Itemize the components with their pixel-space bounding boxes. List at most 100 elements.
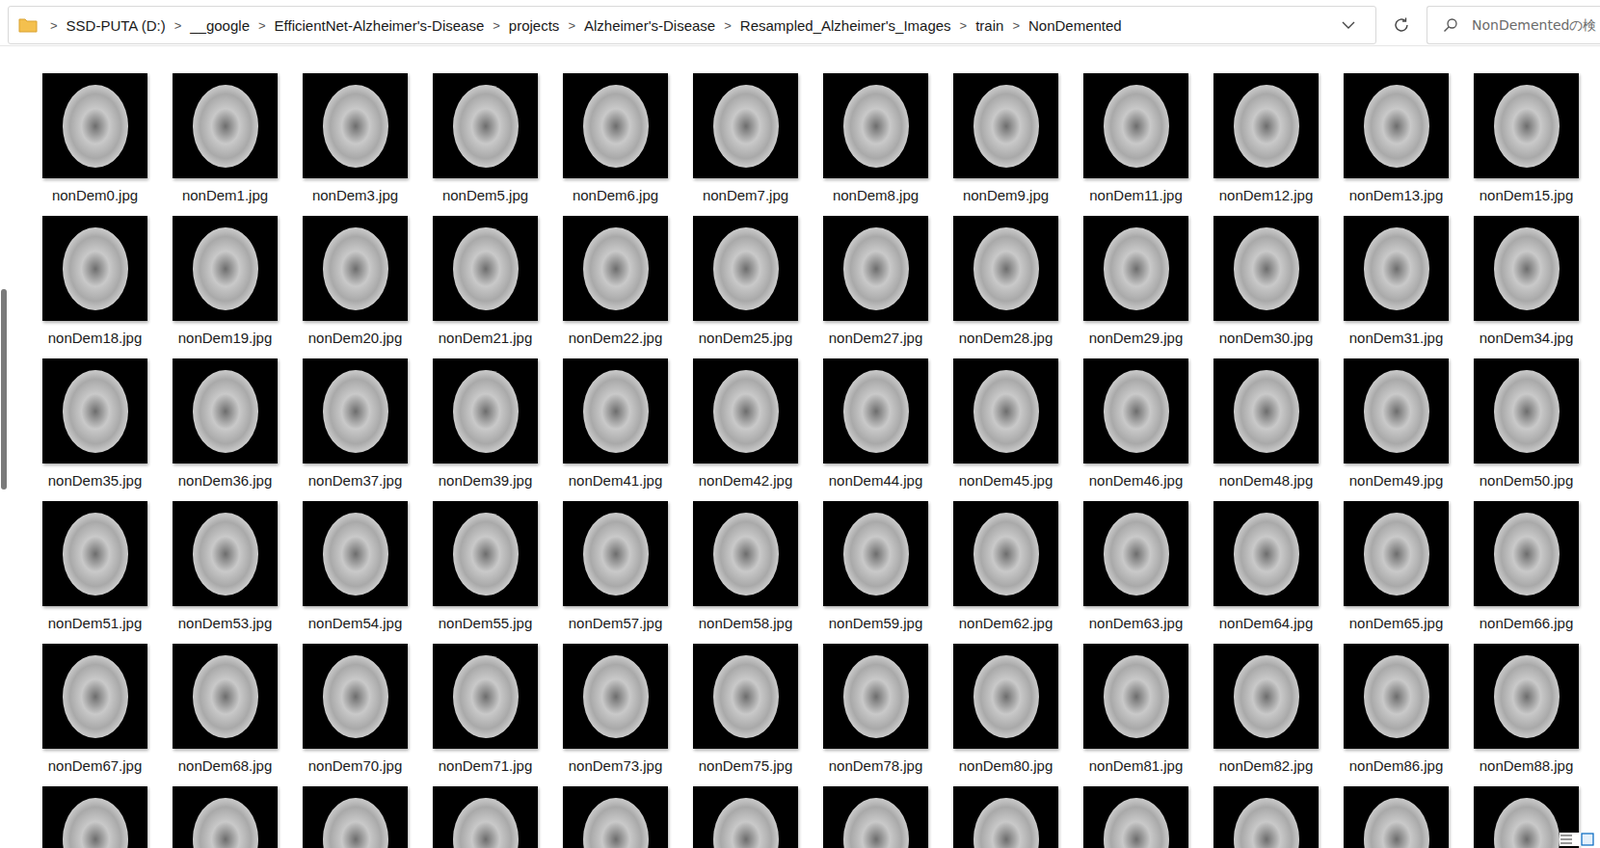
file-item[interactable]: nonDem58.jpg [693, 501, 799, 644]
file-item[interactable]: nonDem45.jpg [953, 358, 1059, 502]
breadcrumb-separator[interactable]: > [951, 18, 977, 33]
file-item[interactable] [302, 786, 408, 848]
file-item[interactable]: nonDem12.jpg [1213, 73, 1319, 216]
mri-scan-picture [192, 370, 259, 454]
file-item[interactable]: nonDem3.jpg [302, 73, 408, 216]
file-item[interactable]: nonDem35.jpg [42, 358, 148, 502]
file-item[interactable]: nonDem49.jpg [1343, 358, 1449, 502]
file-item[interactable]: nonDem59.jpg [823, 501, 929, 644]
file-item[interactable]: nonDem34.jpg [1473, 215, 1579, 359]
breadcrumb-separator[interactable]: > [559, 18, 585, 33]
mri-scan-picture [973, 512, 1040, 596]
file-item[interactable]: nonDem67.jpg [42, 643, 148, 787]
file-item[interactable] [823, 786, 929, 848]
file-item[interactable] [693, 786, 799, 848]
file-item[interactable]: nonDem50.jpg [1473, 358, 1579, 502]
file-item[interactable]: nonDem41.jpg [562, 358, 668, 502]
breadcrumb-item[interactable]: __google [189, 17, 250, 34]
breadcrumb-item[interactable]: SSD-PUTA (D:) [66, 17, 166, 34]
file-item[interactable]: nonDem78.jpg [823, 643, 929, 787]
breadcrumb-separator[interactable]: > [483, 18, 509, 33]
file-item[interactable]: nonDem7.jpg [693, 73, 799, 216]
file-item[interactable] [562, 786, 668, 848]
file-item[interactable]: nonDem65.jpg [1343, 501, 1449, 644]
file-item[interactable]: nonDem64.jpg [1213, 501, 1319, 644]
file-item[interactable]: nonDem6.jpg [562, 73, 668, 216]
file-item[interactable]: nonDem8.jpg [823, 73, 929, 216]
file-item[interactable]: nonDem57.jpg [562, 501, 668, 644]
image-thumbnail [1473, 215, 1579, 321]
file-item[interactable]: nonDem18.jpg [42, 215, 148, 359]
file-item[interactable]: nonDem51.jpg [42, 501, 148, 644]
mri-scan-picture [1493, 370, 1560, 454]
file-item[interactable]: nonDem1.jpg [172, 73, 278, 216]
file-item[interactable]: nonDem31.jpg [1343, 215, 1449, 359]
file-item[interactable]: nonDem81.jpg [1083, 643, 1189, 787]
file-item[interactable]: nonDem71.jpg [432, 643, 538, 787]
file-item[interactable]: nonDem25.jpg [693, 215, 799, 359]
file-item[interactable]: nonDem70.jpg [302, 643, 408, 787]
file-item[interactable]: nonDem88.jpg [1473, 643, 1579, 787]
breadcrumb-separator[interactable]: > [715, 18, 741, 33]
breadcrumb-item[interactable]: NonDemented [1028, 17, 1122, 34]
file-item[interactable]: nonDem37.jpg [302, 358, 408, 502]
search-box[interactable] [1426, 5, 1600, 45]
file-item[interactable] [1083, 786, 1189, 848]
file-item[interactable]: nonDem42.jpg [693, 358, 799, 502]
breadcrumb-separator[interactable]: > [249, 18, 275, 33]
thumbnail-view-icon[interactable] [1580, 832, 1595, 847]
file-item[interactable]: nonDem48.jpg [1213, 358, 1319, 502]
file-item[interactable]: nonDem15.jpg [1473, 73, 1579, 216]
breadcrumb-item[interactable]: Alzheimer's-Disease [584, 17, 716, 34]
refresh-button[interactable] [1384, 7, 1419, 43]
file-item[interactable]: nonDem62.jpg [953, 501, 1059, 644]
file-item[interactable]: nonDem82.jpg [1213, 643, 1319, 787]
file-item[interactable] [42, 786, 148, 848]
file-item[interactable]: nonDem54.jpg [302, 501, 408, 644]
file-item[interactable]: nonDem68.jpg [172, 643, 278, 787]
address-bar[interactable]: >SSD-PUTA (D:)>__google>EfficientNet-Alz… [7, 5, 1377, 45]
file-item[interactable]: nonDem27.jpg [823, 215, 929, 359]
file-item[interactable]: nonDem5.jpg [432, 73, 538, 216]
scrollbar-thumb[interactable] [0, 289, 7, 490]
file-item[interactable]: nonDem55.jpg [432, 501, 538, 644]
file-item[interactable]: nonDem21.jpg [432, 215, 538, 359]
breadcrumb-item[interactable]: projects [508, 17, 560, 34]
file-item[interactable]: nonDem63.jpg [1083, 501, 1189, 644]
file-item[interactable]: nonDem75.jpg [693, 643, 799, 787]
file-item[interactable]: nonDem86.jpg [1343, 643, 1449, 787]
file-item[interactable]: nonDem30.jpg [1213, 215, 1319, 359]
file-item[interactable]: nonDem73.jpg [562, 643, 668, 787]
breadcrumb-separator[interactable]: > [1003, 18, 1029, 33]
file-item[interactable] [172, 786, 278, 848]
file-item[interactable] [1343, 786, 1449, 848]
search-input[interactable] [1469, 16, 1600, 34]
chevron-down-icon[interactable] [1340, 17, 1357, 33]
file-item[interactable]: nonDem11.jpg [1083, 73, 1189, 216]
file-item[interactable]: nonDem39.jpg [432, 358, 538, 502]
file-item[interactable]: nonDem20.jpg [302, 215, 408, 359]
details-view-icon[interactable] [1559, 833, 1574, 846]
mri-scan-picture [453, 512, 519, 596]
file-item[interactable]: nonDem53.jpg [172, 501, 278, 644]
file-item[interactable]: nonDem66.jpg [1473, 501, 1579, 644]
file-item[interactable] [1213, 786, 1319, 848]
file-item[interactable]: nonDem80.jpg [953, 643, 1059, 787]
file-item[interactable]: nonDem13.jpg [1343, 73, 1449, 216]
file-item[interactable]: nonDem44.jpg [823, 358, 929, 502]
file-item[interactable]: nonDem19.jpg [172, 215, 278, 359]
file-item[interactable]: nonDem0.jpg [42, 73, 148, 216]
file-item[interactable]: nonDem36.jpg [172, 358, 278, 502]
file-item[interactable] [432, 786, 538, 848]
breadcrumb-item[interactable]: train [975, 17, 1004, 34]
file-item[interactable]: nonDem9.jpg [953, 73, 1059, 216]
breadcrumb-item[interactable]: EfficientNet-Alzheimer's-Disease [274, 17, 485, 34]
file-item[interactable]: nonDem28.jpg [953, 215, 1059, 359]
file-item[interactable] [953, 786, 1059, 848]
breadcrumb-separator[interactable]: > [41, 18, 67, 33]
breadcrumb-item[interactable]: Resampled_Alzheimer's_Images [740, 17, 952, 34]
file-item[interactable]: nonDem22.jpg [562, 215, 668, 359]
breadcrumb-separator[interactable]: > [165, 18, 191, 33]
file-item[interactable]: nonDem29.jpg [1083, 215, 1189, 359]
file-item[interactable]: nonDem46.jpg [1083, 358, 1189, 502]
